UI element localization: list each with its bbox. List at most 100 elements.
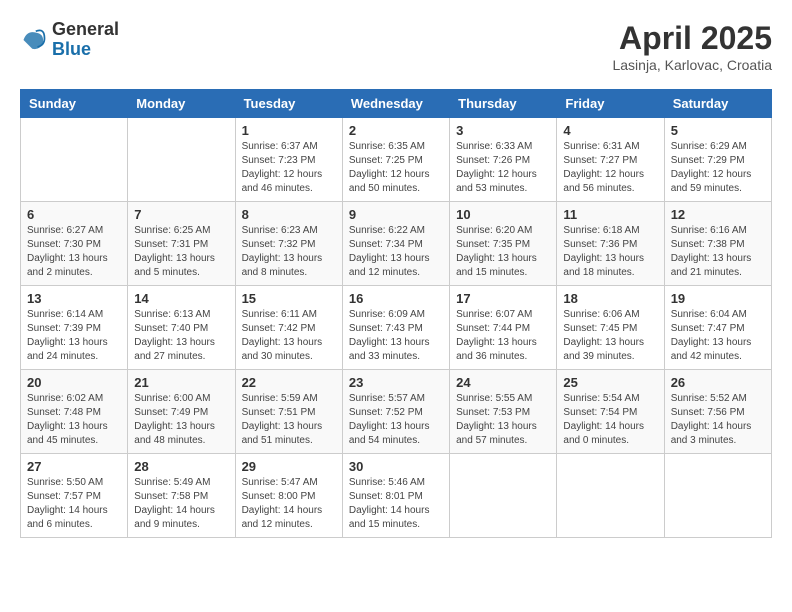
day-number: 14 — [134, 291, 228, 306]
calendar-cell: 1Sunrise: 6:37 AM Sunset: 7:23 PM Daylig… — [235, 118, 342, 202]
day-number: 20 — [27, 375, 121, 390]
day-number: 21 — [134, 375, 228, 390]
week-row-3: 13Sunrise: 6:14 AM Sunset: 7:39 PM Dayli… — [21, 286, 772, 370]
day-info: Sunrise: 6:29 AM Sunset: 7:29 PM Dayligh… — [671, 140, 765, 196]
day-info: Sunrise: 5:46 AM Sunset: 8:01 PM Dayligh… — [349, 476, 443, 532]
calendar-cell: 26 Sunrise: 5:52 AM Sunset: 7:56 PM Dayli… — [664, 370, 771, 454]
calendar-title: April 2025 — [612, 20, 772, 57]
day-info: Sunrise: 6:23 AM Sunset: 7:32 PM Dayligh… — [242, 224, 336, 280]
day-info: Sunrise: 6:25 AM Sunset: 7:31 PM Dayligh… — [134, 224, 228, 280]
calendar-cell: 27 Sunrise: 5:50 AM Sunset: 7:57 PM Dayli… — [21, 454, 128, 538]
calendar-cell: 24 Sunrise: 5:55 AM Sunset: 7:53 PM Dayli… — [450, 370, 557, 454]
calendar-cell: 13Sunrise: 6:14 AM Sunset: 7:39 PM Dayli… — [21, 286, 128, 370]
calendar-subtitle: Lasinja, Karlovac, Croatia — [612, 57, 772, 73]
day-info: Sunrise: 6:07 AM Sunset: 7:44 PM Dayligh… — [456, 308, 550, 364]
day-number: 13 — [27, 291, 121, 306]
day-info: Sunrise: 6:31 AM Sunset: 7:27 PM Dayligh… — [563, 140, 657, 196]
calendar-cell: 6Sunrise: 6:27 AM Sunset: 7:30 PM Daylig… — [21, 202, 128, 286]
calendar-table: SundayMondayTuesdayWednesdayThursdayFrid… — [20, 89, 772, 538]
day-number: 12 — [671, 207, 765, 222]
calendar-cell: 16 Sunrise: 6:09 AM Sunset: 7:43 PM Dayli… — [342, 286, 449, 370]
day-info: Sunrise: 6:00 AM Sunset: 7:49 PM Dayligh… — [134, 392, 228, 448]
header-wednesday: Wednesday — [342, 90, 449, 118]
logo-blue: Blue — [52, 40, 119, 60]
page-header: General Blue April 2025 Lasinja, Karlova… — [20, 20, 772, 73]
calendar-cell: 3Sunrise: 6:33 AM Sunset: 7:26 PM Daylig… — [450, 118, 557, 202]
day-number: 15 — [242, 291, 336, 306]
day-number: 2 — [349, 123, 443, 138]
day-info: Sunrise: 6:04 AM Sunset: 7:47 PM Dayligh… — [671, 308, 765, 364]
calendar-cell: 28Sunrise: 5:49 AM Sunset: 7:58 PM Dayli… — [128, 454, 235, 538]
day-info: Sunrise: 6:18 AM Sunset: 7:36 PM Dayligh… — [563, 224, 657, 280]
calendar-cell: 2 Sunrise: 6:35 AM Sunset: 7:25 PM Daylig… — [342, 118, 449, 202]
calendar-cell — [450, 454, 557, 538]
header-sunday: Sunday — [21, 90, 128, 118]
day-info: Sunrise: 5:50 AM Sunset: 7:57 PM Dayligh… — [27, 476, 121, 532]
day-info: Sunrise: 6:02 AM Sunset: 7:48 PM Dayligh… — [27, 392, 121, 448]
calendar-cell: 23 Sunrise: 5:57 AM Sunset: 7:52 PM Dayli… — [342, 370, 449, 454]
day-number: 17 — [456, 291, 550, 306]
day-number: 16 — [349, 291, 443, 306]
calendar-cell: 12 Sunrise: 6:16 AM Sunset: 7:38 PM Dayli… — [664, 202, 771, 286]
day-info: Sunrise: 5:52 AM Sunset: 7:56 PM Dayligh… — [671, 392, 765, 448]
title-block: April 2025 Lasinja, Karlovac, Croatia — [612, 20, 772, 73]
calendar-cell: 22 Sunrise: 5:59 AM Sunset: 7:51 PM Dayli… — [235, 370, 342, 454]
calendar-cell: 8 Sunrise: 6:23 AM Sunset: 7:32 PM Daylig… — [235, 202, 342, 286]
day-number: 26 — [671, 375, 765, 390]
day-number: 8 — [242, 207, 336, 222]
calendar-header: SundayMondayTuesdayWednesdayThursdayFrid… — [21, 90, 772, 118]
calendar-cell — [664, 454, 771, 538]
day-info: Sunrise: 5:54 AM Sunset: 7:54 PM Dayligh… — [563, 392, 657, 448]
calendar-cell: 25 Sunrise: 5:54 AM Sunset: 7:54 PM Dayli… — [557, 370, 664, 454]
day-info: Sunrise: 6:22 AM Sunset: 7:34 PM Dayligh… — [349, 224, 443, 280]
day-info: Sunrise: 5:59 AM Sunset: 7:51 PM Dayligh… — [242, 392, 336, 448]
header-tuesday: Tuesday — [235, 90, 342, 118]
day-number: 18 — [563, 291, 657, 306]
day-number: 24 — [456, 375, 550, 390]
logo-general: General — [52, 20, 119, 40]
day-info: Sunrise: 6:09 AM Sunset: 7:43 PM Dayligh… — [349, 308, 443, 364]
day-number: 23 — [349, 375, 443, 390]
calendar-cell: 18Sunrise: 6:06 AM Sunset: 7:45 PM Dayli… — [557, 286, 664, 370]
day-number: 30 — [349, 459, 443, 474]
calendar-body: 1Sunrise: 6:37 AM Sunset: 7:23 PM Daylig… — [21, 118, 772, 538]
calendar-cell: 10 Sunrise: 6:20 AM Sunset: 7:35 PM Dayli… — [450, 202, 557, 286]
calendar-cell: 11 Sunrise: 6:18 AM Sunset: 7:36 PM Dayli… — [557, 202, 664, 286]
calendar-cell — [128, 118, 235, 202]
day-number: 7 — [134, 207, 228, 222]
day-number: 27 — [27, 459, 121, 474]
header-saturday: Saturday — [664, 90, 771, 118]
day-number: 9 — [349, 207, 443, 222]
day-number: 22 — [242, 375, 336, 390]
day-info: Sunrise: 6:16 AM Sunset: 7:38 PM Dayligh… — [671, 224, 765, 280]
calendar-cell: 17 Sunrise: 6:07 AM Sunset: 7:44 PM Dayli… — [450, 286, 557, 370]
day-number: 1 — [242, 123, 336, 138]
week-row-1: 1Sunrise: 6:37 AM Sunset: 7:23 PM Daylig… — [21, 118, 772, 202]
day-number: 10 — [456, 207, 550, 222]
day-number: 29 — [242, 459, 336, 474]
day-info: Sunrise: 6:35 AM Sunset: 7:25 PM Dayligh… — [349, 140, 443, 196]
calendar-cell: 4 Sunrise: 6:31 AM Sunset: 7:27 PM Daylig… — [557, 118, 664, 202]
calendar-cell: 14Sunrise: 6:13 AM Sunset: 7:40 PM Dayli… — [128, 286, 235, 370]
calendar-cell: 30 Sunrise: 5:46 AM Sunset: 8:01 PM Dayli… — [342, 454, 449, 538]
calendar-cell: 29Sunrise: 5:47 AM Sunset: 8:00 PM Dayli… — [235, 454, 342, 538]
day-number: 4 — [563, 123, 657, 138]
week-row-4: 20 Sunrise: 6:02 AM Sunset: 7:48 PM Dayli… — [21, 370, 772, 454]
day-number: 11 — [563, 207, 657, 222]
calendar-cell — [557, 454, 664, 538]
day-info: Sunrise: 5:57 AM Sunset: 7:52 PM Dayligh… — [349, 392, 443, 448]
week-row-5: 27 Sunrise: 5:50 AM Sunset: 7:57 PM Dayli… — [21, 454, 772, 538]
day-number: 19 — [671, 291, 765, 306]
header-friday: Friday — [557, 90, 664, 118]
day-info: Sunrise: 6:33 AM Sunset: 7:26 PM Dayligh… — [456, 140, 550, 196]
header-thursday: Thursday — [450, 90, 557, 118]
day-info: Sunrise: 6:27 AM Sunset: 7:30 PM Dayligh… — [27, 224, 121, 280]
day-info: Sunrise: 6:20 AM Sunset: 7:35 PM Dayligh… — [456, 224, 550, 280]
header-row: SundayMondayTuesdayWednesdayThursdayFrid… — [21, 90, 772, 118]
calendar-cell — [21, 118, 128, 202]
day-number: 25 — [563, 375, 657, 390]
header-monday: Monday — [128, 90, 235, 118]
logo-icon — [20, 26, 48, 54]
calendar-cell: 15Sunrise: 6:11 AM Sunset: 7:42 PM Dayli… — [235, 286, 342, 370]
day-info: Sunrise: 5:55 AM Sunset: 7:53 PM Dayligh… — [456, 392, 550, 448]
